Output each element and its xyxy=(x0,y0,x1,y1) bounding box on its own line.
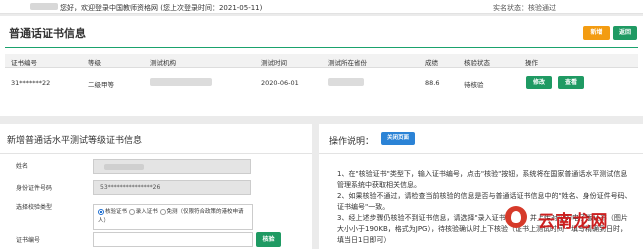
column-header-actions: 操作 xyxy=(525,59,538,67)
cell-status: 待核验 xyxy=(464,81,484,89)
instruction-line: 1、在"核验证书"类型下，输入证书编号，点击"核验"按钮，系统将在国家普通话水平… xyxy=(337,170,628,189)
table-row: 31*******22 二级甲等 2020-06-01 88.6 待核验 修改 … xyxy=(5,71,638,95)
watermark-logo-icon xyxy=(505,206,527,228)
radio-verify-certificate[interactable] xyxy=(98,208,104,215)
form-title: 新增普通话水平测试等级证书信息 xyxy=(7,136,143,146)
cell-score: 88.6 xyxy=(425,79,440,87)
column-header-date: 测试时间 xyxy=(261,59,287,67)
id-number-label: 身份证件号码 xyxy=(16,185,53,192)
column-header-org: 测试机构 xyxy=(150,59,176,67)
radio-verify-certificate-label: 核验证书 xyxy=(105,209,128,215)
cert-no-label: 证书编号 xyxy=(16,237,41,244)
watermark-text: 云南龙网 xyxy=(538,212,608,232)
welcome-message: 您好，欢迎登录中国教师资格网 (您上次登录时间：2021-05-11) xyxy=(60,4,263,12)
back-button[interactable]: 返回 xyxy=(613,26,637,40)
cell-level: 二级甲等 xyxy=(88,81,114,89)
column-header-status: 核验状态 xyxy=(464,59,490,67)
form-divider xyxy=(0,153,312,154)
cell-org-blurred xyxy=(150,78,212,86)
title-divider xyxy=(5,47,638,48)
view-button[interactable]: 查看 xyxy=(558,76,584,89)
cert-no-input[interactable] xyxy=(93,232,253,247)
radio-enter-certificate[interactable] xyxy=(128,208,135,215)
cell-province-blurred xyxy=(328,78,364,86)
name-label: 姓名 xyxy=(16,163,29,170)
username-blurred xyxy=(30,3,58,10)
id-number-field: 53***************26 xyxy=(93,180,251,195)
edit-button[interactable]: 修改 xyxy=(526,76,552,89)
cell-test-date: 2020-06-01 xyxy=(261,79,299,87)
add-certificate-button[interactable]: 新增 xyxy=(583,26,610,40)
verify-type-radio-group: 核验证书 录入证书 免测（仅限符合政策的港校申请人） xyxy=(93,204,253,230)
verify-type-label: 选择校验类型 xyxy=(16,204,53,211)
instructions-title: 操作说明： xyxy=(329,137,375,147)
top-bar: 您好，欢迎登录中国教师资格网 (您上次登录时间：2021-05-11) 实名状态… xyxy=(0,0,643,14)
radio-exempt[interactable] xyxy=(159,208,166,215)
instructions-divider xyxy=(319,153,643,154)
table-header: 证书编号 等级 测试机构 测试时间 测试所在省份 成绩 核验状态 操作 xyxy=(5,54,638,68)
close-page-button[interactable]: 关闭页面 xyxy=(381,132,415,145)
column-header-cert-no: 证书编号 xyxy=(11,59,37,67)
name-field xyxy=(93,159,251,174)
realname-status: 实名状态：核验通过 xyxy=(493,4,556,12)
radio-enter-certificate-label: 录入证书 xyxy=(135,209,158,215)
column-header-province: 测试所在省份 xyxy=(328,59,367,67)
certificate-panel: 普通话证书信息 新增 返回 证书编号 等级 测试机构 测试时间 测试所在省份 成… xyxy=(0,16,643,116)
verify-button[interactable]: 核验 xyxy=(256,232,281,247)
add-certificate-form: 新增普通话水平测试等级证书信息 姓名 身份证件号码 53************… xyxy=(0,124,312,249)
cell-cert-no: 31*******22 xyxy=(11,79,51,87)
certificate-panel-title: 普通话证书信息 xyxy=(9,27,86,40)
column-header-level: 等级 xyxy=(88,59,101,67)
column-header-score: 成绩 xyxy=(425,59,438,67)
name-value-blurred xyxy=(104,164,144,170)
